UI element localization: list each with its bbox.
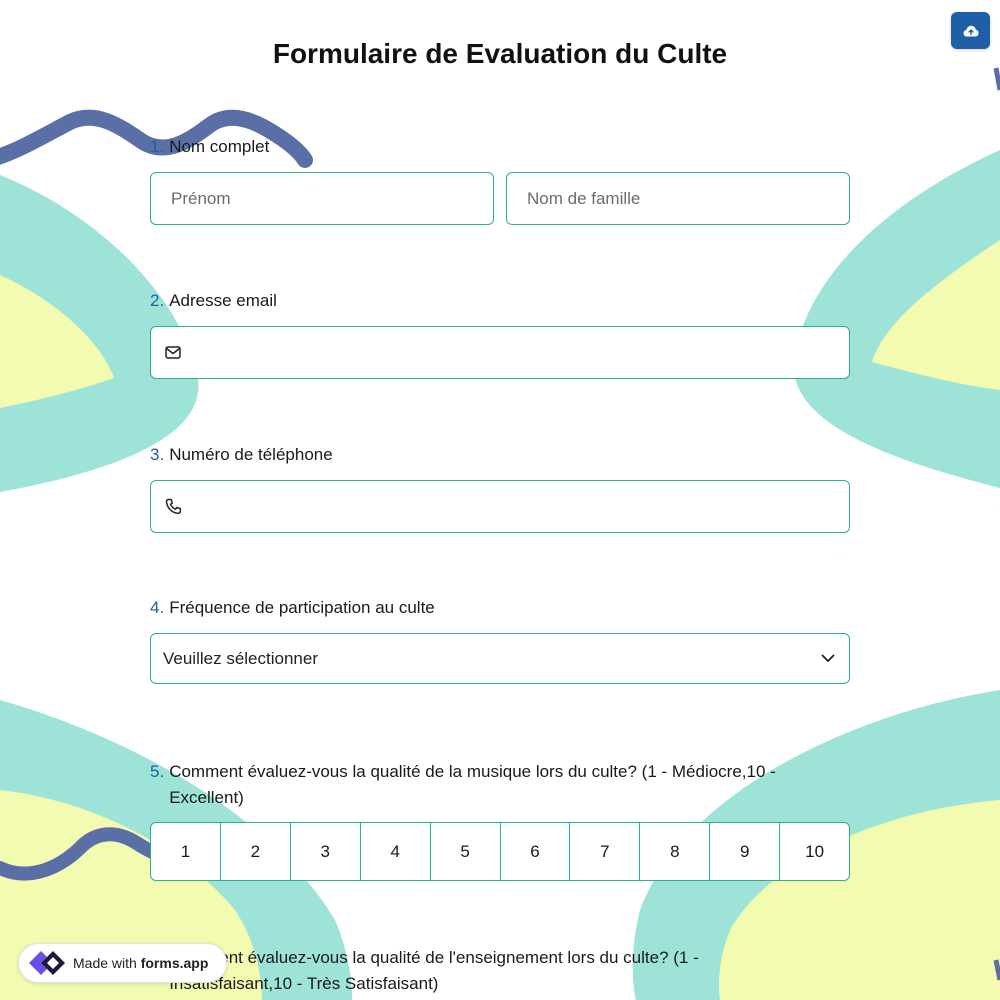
rating-option-9[interactable]: 9	[709, 823, 779, 880]
rating-option-8[interactable]: 8	[639, 823, 709, 880]
forms-app-logo-icon	[27, 946, 65, 980]
music-rating-scale: 1 2 3 4 5 6 7 8 9 10	[150, 822, 850, 881]
last-name-placeholder: Nom de famille	[527, 188, 641, 208]
question-4-label: 4. Fréquence de participation au culte	[150, 595, 435, 621]
question-1-text: Nom complet	[169, 137, 270, 156]
question-3-text: Numéro de téléphone	[169, 445, 333, 464]
email-input[interactable]	[150, 326, 850, 379]
question-3-label: 3. Numéro de téléphone	[150, 442, 333, 468]
rating-option-10[interactable]: 10	[779, 823, 849, 880]
phone-input[interactable]	[150, 480, 850, 533]
envelope-icon	[165, 344, 183, 362]
chevron-down-icon	[821, 654, 835, 663]
question-2-text: Adresse email	[169, 291, 277, 310]
frequency-selected-value: Veuillez sélectionner	[163, 648, 318, 668]
form-title: Formulaire de Evaluation du Culte	[272, 38, 728, 69]
badge-text: Made with forms.app	[73, 955, 208, 971]
question-2-number: 2.	[150, 291, 165, 310]
frequency-select[interactable]: Veuillez sélectionner	[150, 633, 850, 684]
badge-brand: forms.app	[140, 955, 209, 971]
first-name-placeholder: Prénom	[171, 188, 231, 208]
last-name-input[interactable]: Nom de famille	[506, 172, 850, 225]
made-with-forms-app-badge[interactable]: Made with forms.app	[18, 943, 227, 983]
badge-made-with: Made with	[73, 955, 137, 971]
rating-option-4[interactable]: 4	[359, 823, 430, 880]
question-4-text: Fréquence de participation au culte	[169, 598, 435, 617]
rating-option-2[interactable]: 2	[219, 823, 290, 880]
phone-icon	[165, 498, 183, 516]
question-4-number: 4.	[150, 598, 165, 617]
question-6-label: 6.Comment évaluez-vous la qualité de l'e…	[150, 945, 699, 997]
question-5-text-line2: Excellent)	[169, 788, 244, 807]
question-5-number: 5.	[150, 762, 165, 781]
question-2-label: 2. Adresse email	[150, 288, 277, 314]
cloud-upload-icon	[963, 25, 979, 36]
question-6-text-line1: Comment évaluez-vous la qualité de l'ens…	[169, 948, 699, 967]
question-1-label: 1. Nom complet	[150, 134, 269, 160]
rating-option-1[interactable]: 1	[151, 823, 220, 880]
rating-option-5[interactable]: 5	[429, 823, 500, 880]
question-5-text-line1: Comment évaluez-vous la qualité de la mu…	[169, 762, 776, 781]
question-3-number: 3.	[150, 445, 165, 464]
rating-option-6[interactable]: 6	[499, 823, 570, 880]
rating-option-3[interactable]: 3	[289, 823, 360, 880]
first-name-input[interactable]: Prénom	[150, 172, 494, 225]
question-1-number: 1.	[150, 137, 165, 156]
form-layer: Formulaire de Evaluation du Culte 1. Nom …	[0, 0, 1000, 1000]
rating-option-7[interactable]: 7	[569, 823, 639, 880]
question-5-label: 5. Comment évaluez-vous la qualité de la …	[150, 759, 776, 811]
